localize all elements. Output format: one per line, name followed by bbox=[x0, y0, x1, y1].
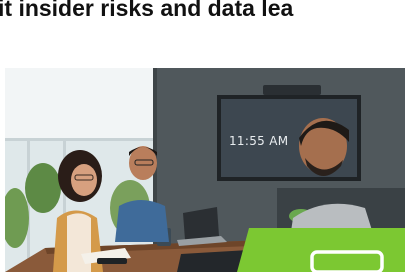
article-headline: it insider risks and data lea bbox=[0, 0, 294, 21]
tv-camera-bar bbox=[263, 85, 321, 95]
person-man-middle bbox=[115, 200, 169, 242]
tv-clock-text: 11:55 AM bbox=[229, 134, 288, 148]
phone bbox=[97, 258, 127, 264]
promo-badge bbox=[237, 228, 405, 272]
page: it insider risks and data lea 11:55 AM bbox=[0, 0, 406, 272]
hero-photo: 11:55 AM bbox=[5, 68, 405, 272]
plant bbox=[25, 163, 61, 213]
hero-photo-illustration: 11:55 AM bbox=[5, 68, 405, 272]
